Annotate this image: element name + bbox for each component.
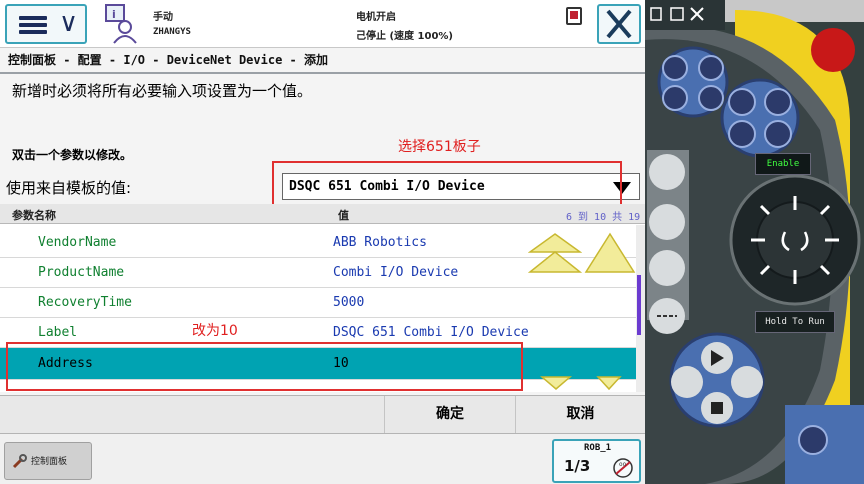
ok-button[interactable]: 确定 <box>384 396 515 433</box>
param-name: Label <box>38 325 78 340</box>
hold-to-run-button[interactable]: Hold To Run <box>755 311 835 333</box>
event-log-icon[interactable] <box>566 7 582 25</box>
scroll-up-icon[interactable] <box>584 232 636 274</box>
param-name: RecoveryTime <box>38 295 132 310</box>
param-value: Combi I/O Device <box>333 265 459 280</box>
cancel-button[interactable]: 取消 <box>515 396 645 433</box>
pendant-body <box>645 0 864 484</box>
run-mode-icon: oo <box>613 458 633 478</box>
column-header-value: 值 <box>338 209 349 222</box>
wrench-icon <box>12 454 27 469</box>
annotation-change-to: 改为10 <box>192 323 238 339</box>
column-header-name: 参数名称 <box>12 209 56 222</box>
action-bar: 确定 取消 <box>0 395 645 434</box>
param-name: ProductName <box>38 265 125 280</box>
close-button[interactable] <box>597 4 641 44</box>
param-value: ABB Robotics <box>333 235 427 250</box>
table-row[interactable]: RecoveryTime 5000 <box>0 288 636 318</box>
flexpendant-screen: ∨ i 手动 ZHANGYS 电机开启 己停止 (速度 100%) 控制面板 -… <box>0 0 645 484</box>
abb-menu-button[interactable]: ∨ <box>5 4 87 44</box>
quickset-button[interactable]: ROB_1 1/3 oo <box>552 439 641 483</box>
param-value: 5000 <box>333 295 365 310</box>
user-name: ZHANGYS <box>153 27 191 37</box>
speed-fraction: 1/3 <box>564 457 591 475</box>
hamburger-icon <box>19 16 47 34</box>
annotation-highlight-address <box>6 342 523 391</box>
svg-text:oo: oo <box>619 461 627 468</box>
scrollbar-thumb[interactable] <box>637 275 641 335</box>
operating-mode: 手动 <box>153 12 173 23</box>
control-panel-task-label: 控制面板 <box>31 457 68 467</box>
run-status: 己停止 (速度 100%) <box>356 31 453 42</box>
close-icon <box>606 9 632 39</box>
param-name: VendorName <box>38 235 117 250</box>
scrollbar[interactable] <box>636 225 645 392</box>
top-status-bar: ∨ i 手动 ZHANGYS 电机开启 己停止 (速度 100%) <box>0 0 645 48</box>
template-label: 使用来自模板的值: <box>6 179 132 197</box>
page-up-icon[interactable] <box>528 232 582 274</box>
breadcrumb: 控制面板 - 配置 - I/O - DeviceNet Device - 添加 <box>8 53 328 67</box>
enable-button[interactable]: Enable <box>755 153 811 175</box>
annotation-select-board: 选择651板子 <box>398 139 481 155</box>
table-header: 参数名称 值 6 到 10 共 19 <box>0 204 645 224</box>
taskbar: 控制面板 ROB_1 1/3 oo <box>0 434 645 484</box>
scroll-down-icon[interactable] <box>596 375 622 391</box>
param-value: DSQC 651 Combi I/O Device <box>333 325 529 340</box>
control-panel-task[interactable]: 控制面板 <box>4 442 92 480</box>
instruction-text: 新增时必须将所有必要输入项设置为一个值。 <box>12 82 313 100</box>
svg-text:i: i <box>112 8 116 21</box>
pendant-hardware: Enable Hold To Run <box>645 0 864 484</box>
page-count: 6 到 10 共 19 <box>566 212 641 223</box>
page-down-icon[interactable] <box>540 375 572 391</box>
double-click-hint: 双击一个参数以修改。 <box>12 148 133 162</box>
header-divider <box>0 72 645 74</box>
user-info-icon[interactable]: i <box>97 3 141 45</box>
chevron-down-icon: ∨ <box>59 8 79 38</box>
robot-name: ROB_1 <box>584 443 612 453</box>
motor-status: 电机开启 <box>356 12 396 23</box>
